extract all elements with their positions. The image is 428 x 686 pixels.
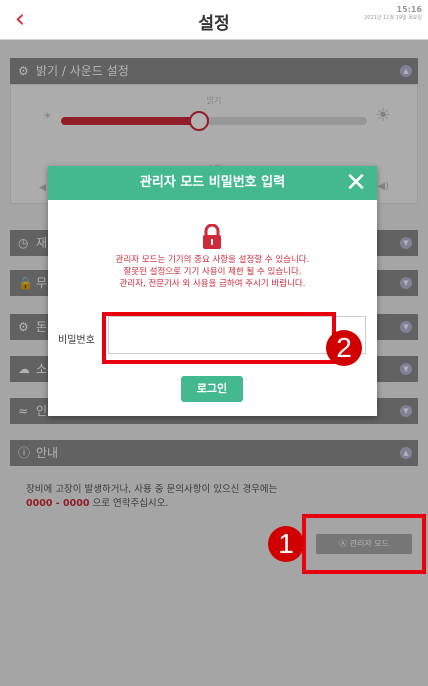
password-label: 비밀번호 [58,335,95,346]
warning-line1: 관리자 모드는 기기의 중요 사항을 설정할 수 있습니다. [115,255,310,265]
dialog-title: 관리자 모드 비밀번호 입력 [139,175,286,190]
warning-line3: 관리자, 전문기사 외 사용을 금하여 주시기 바랍니다. [119,279,306,289]
clock-date: 2021년 11월 19일 목요일 [364,15,422,21]
dialog-warning: 관리자 모드는 기기의 중요 사항을 설정할 수 있습니다. 잘못된 설정으로 … [48,254,377,290]
clock: 15:16 2021년 11월 19일 목요일 [364,5,422,21]
login-button[interactable]: 로그인 [181,376,243,402]
top-bar: ‹ 설정 15:16 2021년 11월 19일 목요일 [0,0,428,40]
admin-password-dialog: 관리자 모드 비밀번호 입력 ✕ 관리자 모드는 기기의 중요 사항을 설정할 … [48,166,377,416]
annotation-badge-2: 2 [326,330,362,366]
dialog-header: 관리자 모드 비밀번호 입력 ✕ [48,166,377,200]
warning-line2: 잘못된 설정으로 기기 사용이 제한 될 수 있습니다. [123,267,302,277]
lock-icon [203,224,221,249]
annotation-badge-1: 1 [268,526,304,562]
close-icon[interactable]: ✕ [341,168,371,198]
annotation-box-1 [302,514,426,574]
annotation-box-2 [102,312,336,364]
clock-time: 15:16 [396,5,422,14]
